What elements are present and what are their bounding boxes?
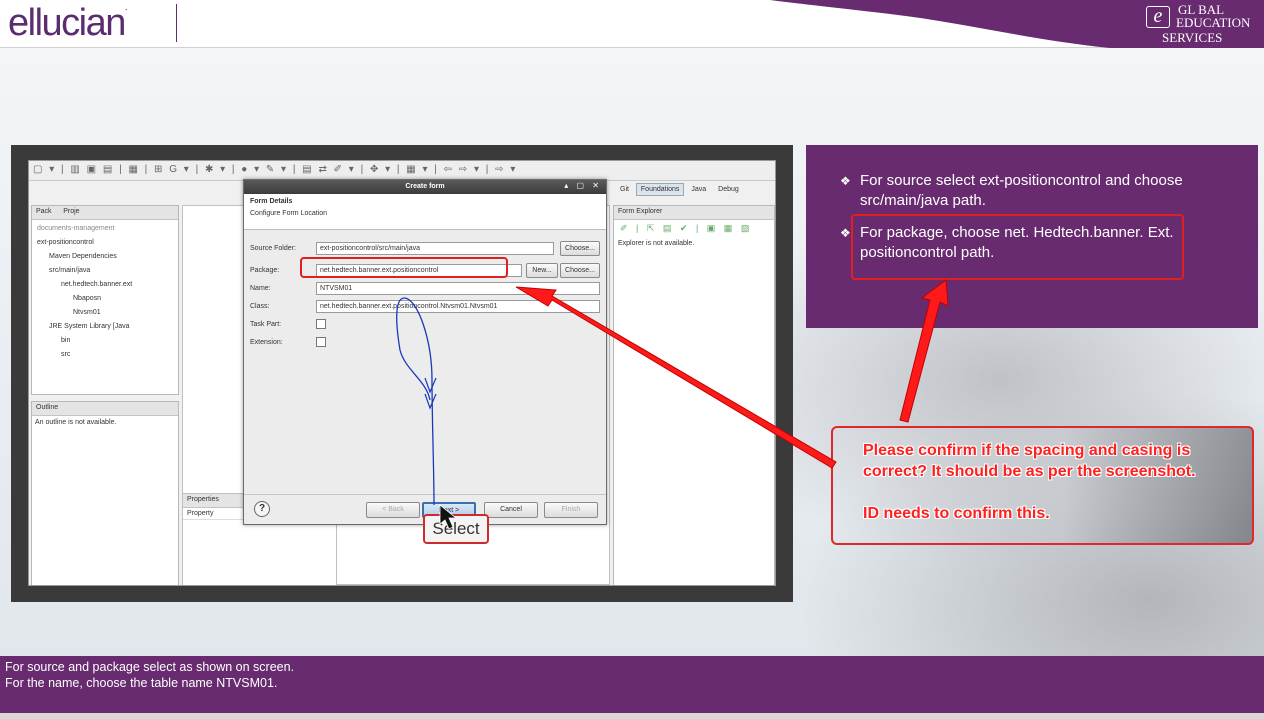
name-label: Name: — [250, 285, 271, 292]
dialog-header-title: Form Details — [250, 198, 293, 205]
source-folder-label: Source Folder: — [250, 245, 296, 252]
tab-outline[interactable]: Outline — [32, 402, 178, 416]
instruction-item: ❖ For source select ext-positioncontrol a… — [840, 172, 1183, 209]
task-part-label: Task Part: — [250, 321, 282, 328]
tree-item[interactable]: src — [35, 348, 175, 362]
package-explorer-panel: Pack Proje documents-management ext-posi… — [31, 205, 179, 395]
diamond-bullet-icon: ❖ — [840, 226, 851, 240]
source-folder-row: Source Folder: ext-positioncontrol/src/m… — [250, 241, 600, 256]
callout-text: Please confirm if the spacing and casing… — [863, 440, 1253, 524]
cancel-button[interactable]: Cancel — [484, 502, 538, 518]
footer-line: For the name, choose the table name NTVS… — [5, 676, 278, 690]
bottom-strip — [0, 713, 1264, 719]
outline-message: An outline is not available. — [35, 419, 117, 426]
slide-header: ellucian. e GL BAL EDUCATION SERVICES — [0, 0, 1264, 48]
ellucian-logo: ellucian. — [8, 2, 128, 44]
finish-button[interactable]: Finish — [544, 502, 598, 518]
tree-item[interactable]: documents-management — [35, 222, 175, 236]
class-label: Class: — [250, 303, 270, 310]
diamond-bullet-icon: ❖ — [840, 174, 851, 188]
name-row: Name: NTVSM01 — [250, 282, 600, 296]
tree-item[interactable]: Ntvsm01 — [35, 306, 175, 320]
form-explorer-message: Explorer is not available. — [618, 240, 695, 247]
dialog-window-controls[interactable]: ▴ ▢ ✕ — [564, 181, 602, 190]
extension-row: Extension: — [250, 336, 450, 350]
select-annotation: Select — [423, 514, 489, 544]
package-tree: documents-management ext-positioncontrol… — [32, 220, 178, 364]
back-button[interactable]: < Back — [366, 502, 420, 518]
class-row: Class: net.hedtech.banner.ext.positionco… — [250, 300, 600, 314]
dialog-header-subtitle: Configure Form Location — [250, 210, 328, 217]
tree-item[interactable]: JRE System Library [Java — [35, 320, 175, 334]
dialog-title: Create form — [244, 180, 606, 194]
slide-footer: For source and package select as shown o… — [0, 656, 1264, 713]
tree-item[interactable]: Maven Dependencies — [35, 250, 175, 264]
task-part-row: Task Part: — [250, 318, 450, 332]
review-callout: Please confirm if the spacing and casing… — [831, 426, 1254, 545]
tab-project[interactable]: Proje — [63, 208, 79, 215]
form-explorer-panel: Form Explorer ✐ | ⇱ ▤ ✔ | ▣ ▦ ▧ Explorer… — [613, 205, 775, 585]
tree-item[interactable]: src/main/java — [35, 264, 175, 278]
footer-line: For source and package select as shown o… — [5, 660, 295, 674]
extension-label: Extension: — [250, 339, 283, 346]
callout-question: Please confirm if the spacing and casing… — [863, 442, 1196, 480]
package-instruction-highlight-box — [851, 214, 1184, 280]
form-explorer-toolbar-icons[interactable]: ✐ | ⇱ ▤ ✔ | ▣ ▦ ▧ — [614, 220, 774, 237]
outline-panel: Outline An outline is not available. — [31, 401, 179, 585]
perspective-switcher: Git Foundations Java Debug — [615, 183, 775, 201]
toolbar-icons: ▢ ▾ | ▥ ▣ ▤ | ▦ | ⊞ G ▾ | ✱ ▾ | ● ▾ ✎ ▾ … — [33, 164, 518, 175]
global-education-services-logo: e GL BAL EDUCATION SERVICES — [1130, 2, 1260, 46]
source-folder-field[interactable]: ext-positioncontrol/src/main/java — [316, 242, 554, 255]
callout-note: ID needs to confirm this. — [863, 505, 1050, 522]
extension-checkbox[interactable] — [316, 337, 326, 347]
eclipse-screenshot: ▢ ▾ | ▥ ▣ ▤ | ▦ | ⊞ G ▾ | ✱ ▾ | ● ▾ ✎ ▾ … — [28, 160, 776, 586]
help-icon[interactable]: ? — [254, 501, 270, 517]
package-choose-button[interactable]: Choose... — [560, 263, 600, 278]
dialog-header: Form Details Configure Form Location — [244, 194, 606, 230]
perspective-foundations[interactable]: Foundations — [635, 183, 685, 196]
package-explorer-tabs: Pack Proje — [32, 206, 178, 220]
class-field[interactable]: net.hedtech.banner.ext.positioncontrol.N… — [316, 300, 600, 313]
tree-item[interactable]: ext-positioncontrol — [35, 236, 175, 250]
perspective-java[interactable]: Java — [686, 183, 711, 196]
tree-item[interactable]: Nbaposn — [35, 292, 175, 306]
tree-item[interactable]: bin — [35, 334, 175, 348]
package-highlight-box — [300, 257, 508, 278]
tree-item[interactable]: net.hedtech.banner.ext — [35, 278, 175, 292]
source-folder-choose-button[interactable]: Choose... — [560, 241, 600, 256]
task-part-checkbox[interactable] — [316, 319, 326, 329]
ide-toolbar: ▢ ▾ | ▥ ▣ ▤ | ▦ | ⊞ G ▾ | ✱ ▾ | ● ▾ ✎ ▾ … — [29, 161, 775, 181]
perspective-git[interactable]: Git — [615, 183, 634, 196]
package-new-button[interactable]: New... — [526, 263, 558, 278]
name-field[interactable]: NTVSM01 — [316, 282, 600, 295]
logo-divider — [176, 4, 177, 42]
tab-package[interactable]: Pack — [36, 208, 52, 215]
perspective-debug[interactable]: Debug — [713, 183, 744, 196]
create-form-dialog: Create form ▴ ▢ ✕ Form Details Configure… — [243, 179, 607, 525]
tab-form-explorer[interactable]: Form Explorer — [614, 206, 774, 220]
